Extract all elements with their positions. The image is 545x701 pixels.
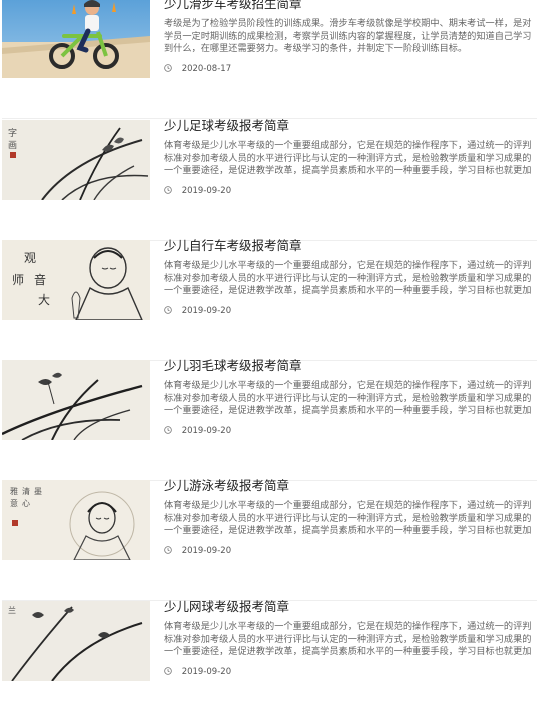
article-title[interactable]: 少儿自行车考级报考简章	[164, 237, 302, 255]
article-date: 2019-09-20	[181, 667, 232, 677]
article-title[interactable]: 少儿游泳考级报考简章	[164, 477, 289, 495]
svg-text:画: 画	[8, 140, 17, 151]
svg-text:墨: 墨	[34, 487, 42, 496]
svg-text:清: 清	[22, 486, 30, 496]
list-item[interactable]: 兰 少儿网球考级报考简章 体育考级是少儿水平考级的一个重要组成部分，它是在规范的…	[2, 598, 537, 701]
list-item[interactable]: 字 画 少儿足球考级报考简章 体育考级是少儿水平考级的一个重要组成部分，它是在规…	[2, 117, 537, 241]
balance-bike-photo-icon	[2, 0, 150, 78]
article-date: 2020-08-17	[181, 64, 232, 74]
svg-text:观: 观	[24, 251, 36, 265]
article-meta: 2019-09-20	[164, 184, 231, 198]
guanyin-ink-painting-icon: 雅 意 清 心 墨	[2, 480, 150, 560]
article-thumbnail[interactable]: 观 师 音 大	[2, 240, 150, 320]
article-meta: 2019-09-20	[164, 665, 231, 679]
article-date: 2019-09-20	[181, 306, 232, 316]
svg-text:雅: 雅	[10, 486, 18, 496]
article-excerpt: 体育考级是少儿水平考级的一个重要组成部分，它是在规范的操作程序下，通过统一的评判…	[164, 621, 532, 659]
article-meta: 2019-09-20	[164, 424, 231, 438]
svg-text:兰: 兰	[8, 605, 16, 615]
orchid-ink-painting-icon: 字 画	[2, 120, 150, 200]
article-thumbnail[interactable]	[2, 0, 150, 78]
article-date: 2019-09-20	[181, 186, 232, 196]
orchid-ink-painting-icon: 兰	[2, 601, 150, 681]
list-item[interactable]: 雅 意 清 心 墨 少儿游泳考级报考简章 体育考级是少儿水平考级的一个重要组成部…	[2, 477, 537, 601]
clock-icon	[164, 306, 172, 314]
article-meta: 2019-09-20	[164, 544, 231, 558]
clock-icon	[164, 667, 172, 675]
article-meta: 2019-09-20	[164, 304, 231, 318]
clock-icon	[164, 186, 172, 194]
svg-text:师: 师	[12, 273, 24, 287]
article-title[interactable]: 少儿羽毛球考级报考简章	[164, 357, 302, 375]
guanyin-ink-painting-icon: 观 师 音 大	[2, 240, 150, 320]
article-thumbnail[interactable]	[2, 360, 150, 440]
article-title[interactable]: 少儿网球考级报考简章	[164, 598, 289, 616]
article-thumbnail[interactable]: 字 画	[2, 120, 150, 200]
orchid-ink-painting-icon	[2, 360, 150, 440]
svg-text:心: 心	[22, 499, 30, 508]
article-title[interactable]: 少儿足球考级报考简章	[164, 117, 289, 135]
article-excerpt: 体育考级是少儿水平考级的一个重要组成部分，它是在规范的操作程序下，通过统一的评判…	[164, 140, 532, 178]
article-excerpt: 体育考级是少儿水平考级的一个重要组成部分，它是在规范的操作程序下，通过统一的评判…	[164, 380, 532, 418]
clock-icon	[164, 426, 172, 434]
clock-icon	[164, 546, 172, 554]
svg-text:大: 大	[38, 293, 50, 307]
article-thumbnail[interactable]: 兰	[2, 601, 150, 681]
article-thumbnail[interactable]: 雅 意 清 心 墨	[2, 480, 150, 560]
svg-text:音: 音	[34, 272, 46, 287]
svg-text:字: 字	[8, 127, 17, 139]
svg-text:意: 意	[10, 498, 18, 508]
article-meta: 2020-08-17	[164, 62, 231, 76]
article-excerpt: 体育考级是少儿水平考级的一个重要组成部分，它是在规范的操作程序下，通过统一的评判…	[164, 260, 532, 298]
article-title[interactable]: 少儿滑步车考级招生简章	[164, 0, 302, 13]
list-item[interactable]: 少儿滑步车考级招生简章 考级是为了检验学员阶段性的训练成果。滑步车考级就像是学校…	[2, 0, 537, 119]
article-excerpt: 考级是为了检验学员阶段性的训练成果。滑步车考级就像是学校期中、期末考试一样，是对…	[164, 18, 532, 55]
list-item[interactable]: 少儿羽毛球考级报考简章 体育考级是少儿水平考级的一个重要组成部分，它是在规范的操…	[2, 357, 537, 481]
article-date: 2019-09-20	[181, 426, 232, 436]
article-date: 2019-09-20	[181, 546, 232, 556]
list-item[interactable]: 观 师 音 大 少儿自行车考级报考简章 体育考级是少儿水平考级的一个重要组成部分…	[2, 237, 537, 361]
clock-icon	[164, 64, 172, 72]
article-excerpt: 体育考级是少儿水平考级的一个重要组成部分，它是在规范的操作程序下，通过统一的评判…	[164, 500, 532, 538]
